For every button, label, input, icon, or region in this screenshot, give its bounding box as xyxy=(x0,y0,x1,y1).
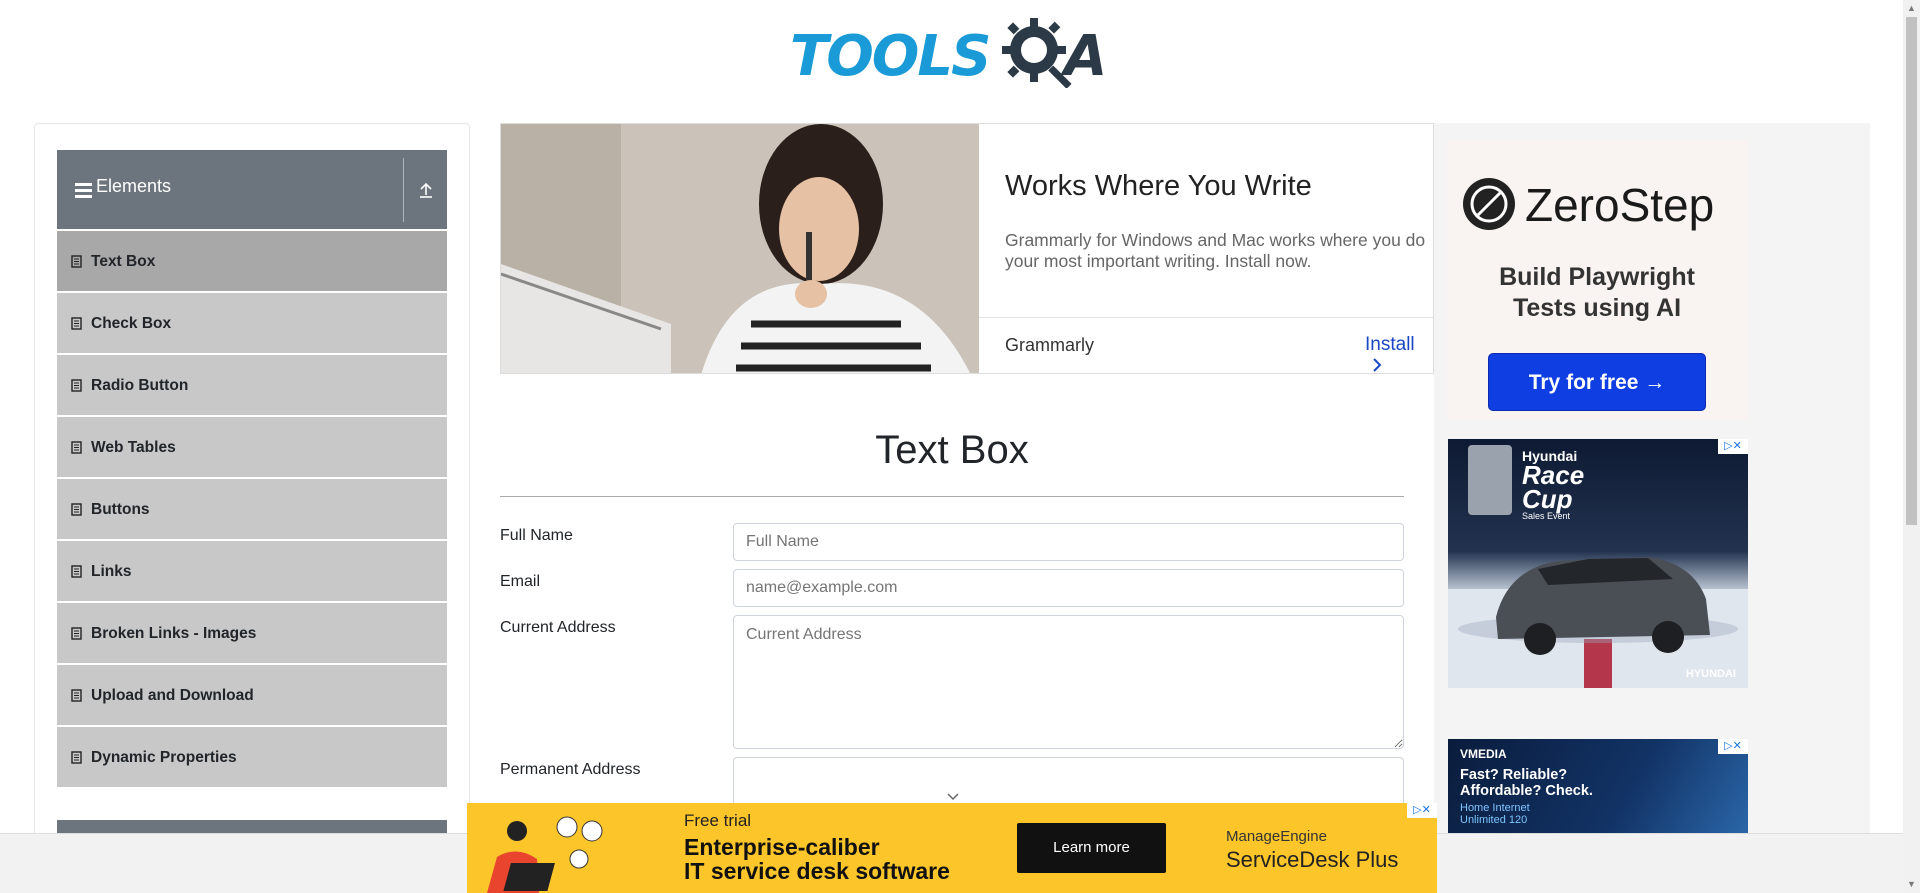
sidebar-item-label: Upload and Download xyxy=(91,687,254,704)
zerostep-tagline-line1: Build Playwright xyxy=(1499,263,1695,291)
zerostep-tagline-line2: Tests using AI xyxy=(1512,294,1682,322)
hyundai-title: Race Cup xyxy=(1522,462,1584,514)
vmedia-brand: VMEDIA xyxy=(1460,747,1507,761)
vmedia-sub: Home Internet Unlimited 120 xyxy=(1460,802,1530,826)
scroll-thumb[interactable] xyxy=(1906,17,1917,525)
page-icon xyxy=(71,441,82,454)
logo-text: TOOLS xyxy=(790,24,991,89)
ad-headline-line1: Enterprise-caliber xyxy=(684,834,880,860)
ad-close-icon[interactable]: ▷✕ xyxy=(1718,739,1748,754)
hyundai-brand: HYUNDAI xyxy=(1685,668,1736,680)
sidebar-item-label: Web Tables xyxy=(91,439,176,456)
page-icon xyxy=(71,379,82,392)
ad-install-label: Install xyxy=(1365,334,1415,355)
ad-headline-line2: IT service desk software xyxy=(684,858,950,884)
page-icon xyxy=(71,565,82,578)
group-title: Elements xyxy=(96,176,172,196)
sidebar-item-label: Broken Links - Images xyxy=(91,625,257,642)
hyundai-title-line2: Cup xyxy=(1522,484,1573,514)
page-icon xyxy=(71,255,82,268)
chevron-right-icon xyxy=(1373,358,1382,372)
try-for-free-button[interactable]: Try for free → xyxy=(1488,353,1706,411)
sidebar-item-radio-button[interactable]: Radio Button xyxy=(57,355,447,417)
elements-group-header[interactable]: Elements xyxy=(57,150,447,229)
learn-more-button[interactable]: Learn more xyxy=(1017,823,1166,873)
vmedia-headline-line2: Affordable? Check. xyxy=(1460,783,1593,799)
ad-description: Grammarly for Windows and Mac works wher… xyxy=(1005,230,1433,272)
ad-photo xyxy=(501,124,979,373)
header-divider xyxy=(403,158,404,222)
vmedia-headline: Fast? Reliable? Affordable? Check. xyxy=(1460,767,1593,799)
hyundai-sub: Sales Event xyxy=(1522,511,1571,521)
sidebar-item-label: Text Box xyxy=(91,253,156,270)
ad-separator xyxy=(979,317,1433,318)
page-icon xyxy=(71,689,82,702)
zerostep-tagline: Build Playwright Tests using AI xyxy=(1447,262,1747,324)
free-trial-label: Free trial xyxy=(684,811,752,830)
ad-brand: Grammarly xyxy=(1005,335,1094,355)
vmedia-headline-line1: Fast? Reliable? xyxy=(1460,767,1568,783)
sidebar-item-label: Check Box xyxy=(91,315,172,332)
sidebar-item-label: Dynamic Properties xyxy=(91,749,237,766)
ad-illustration-icon xyxy=(487,816,603,893)
sidebar-item-label: Links xyxy=(91,563,132,580)
hyundai-ad[interactable]: ▷✕ Hyundai Race Cup Sales Event HYUNDAI xyxy=(1448,439,1748,688)
sidebar-item-upload-download[interactable]: Upload and Download xyxy=(57,665,447,727)
ad-install-link[interactable]: Install xyxy=(1365,334,1433,373)
page-icon xyxy=(71,751,82,764)
sidebar-item-web-tables[interactable]: Web Tables xyxy=(57,417,447,479)
hyundai-ad-image xyxy=(1448,445,1748,688)
servicedesk-ad[interactable]: ▷✕ Free trial Enterprise-caliber IT serv… xyxy=(467,803,1437,893)
sidebar-item-links[interactable]: Links xyxy=(57,541,447,603)
ad-description-line1: Grammarly for Windows and Mac works wher… xyxy=(1005,230,1426,250)
ad-description-line2: your most important writing. Install now… xyxy=(1005,251,1312,271)
scroll-up-icon[interactable]: ▲ xyxy=(1903,0,1920,17)
current-address-label: Current Address xyxy=(500,619,616,636)
sidebar-item-check-box[interactable]: Check Box xyxy=(57,293,447,355)
title-divider xyxy=(500,496,1404,497)
email-input[interactable] xyxy=(733,569,1404,607)
dropdown-chevron-icon xyxy=(947,793,959,801)
page-scrollbar[interactable]: ▲ ▼ xyxy=(1903,0,1920,893)
zerostep-name: ZeroStep xyxy=(1525,179,1715,231)
email-label: Email xyxy=(500,573,541,590)
page: { "header": { "logo_text": "TOOLS", "log… xyxy=(0,0,1920,893)
elements-menu-list: Text Box Check Box Radio Button Web Tabl… xyxy=(57,231,447,789)
woman-with-laptop-image xyxy=(501,124,979,373)
zerostep-logo-icon xyxy=(1463,178,1515,230)
vmedia-ad[interactable]: ▷✕ VMEDIA Fast? Reliable? Affordable? Ch… xyxy=(1448,739,1748,833)
sidebar-item-dynamic-properties[interactable]: Dynamic Properties xyxy=(57,727,447,789)
zerostep-ad[interactable]: ZeroStep Build Playwright Tests using AI… xyxy=(1447,140,1747,420)
manageengine-label: ManageEngine xyxy=(1226,828,1327,845)
page-icon xyxy=(71,627,82,640)
page-title: Text Box xyxy=(875,428,1029,472)
grammarly-ad[interactable]: Works Where You Write Grammarly for Wind… xyxy=(500,123,1434,374)
vmedia-sub-line1: Home Internet xyxy=(1460,802,1530,814)
sidebar-item-label: Buttons xyxy=(91,501,150,518)
left-sidebar: Elements Text Box Check Box Radio Button xyxy=(34,123,470,844)
page-icon xyxy=(71,503,82,516)
gear-icon xyxy=(1002,18,1072,88)
sidebar-item-buttons[interactable]: Buttons xyxy=(57,479,447,541)
ad-title: Works Where You Write xyxy=(1005,170,1312,202)
full-name-input[interactable] xyxy=(733,523,1404,561)
current-address-textarea[interactable] xyxy=(733,615,1404,749)
logo-suffix: A xyxy=(1064,24,1108,89)
servicedesk-label: ServiceDesk Plus xyxy=(1226,847,1399,872)
full-name-label: Full Name xyxy=(500,527,573,544)
toolsqa-logo[interactable]: TOOLS A xyxy=(790,14,1120,90)
sidebar-item-label: Radio Button xyxy=(91,377,189,394)
permanent-address-label: Permanent Address xyxy=(500,761,641,778)
menu-icon xyxy=(75,183,92,198)
sidebar-item-text-box[interactable]: Text Box xyxy=(57,231,447,293)
collapse-up-icon[interactable] xyxy=(417,180,435,200)
page-icon xyxy=(71,317,82,330)
sidebar-item-broken-links[interactable]: Broken Links - Images xyxy=(57,603,447,665)
scroll-down-icon[interactable]: ▼ xyxy=(1903,876,1920,893)
vmedia-sub-line2: Unlimited 120 xyxy=(1460,814,1528,826)
ad-close-icon[interactable]: ▷✕ xyxy=(1407,803,1437,818)
permanent-address-textarea[interactable] xyxy=(733,757,1404,807)
